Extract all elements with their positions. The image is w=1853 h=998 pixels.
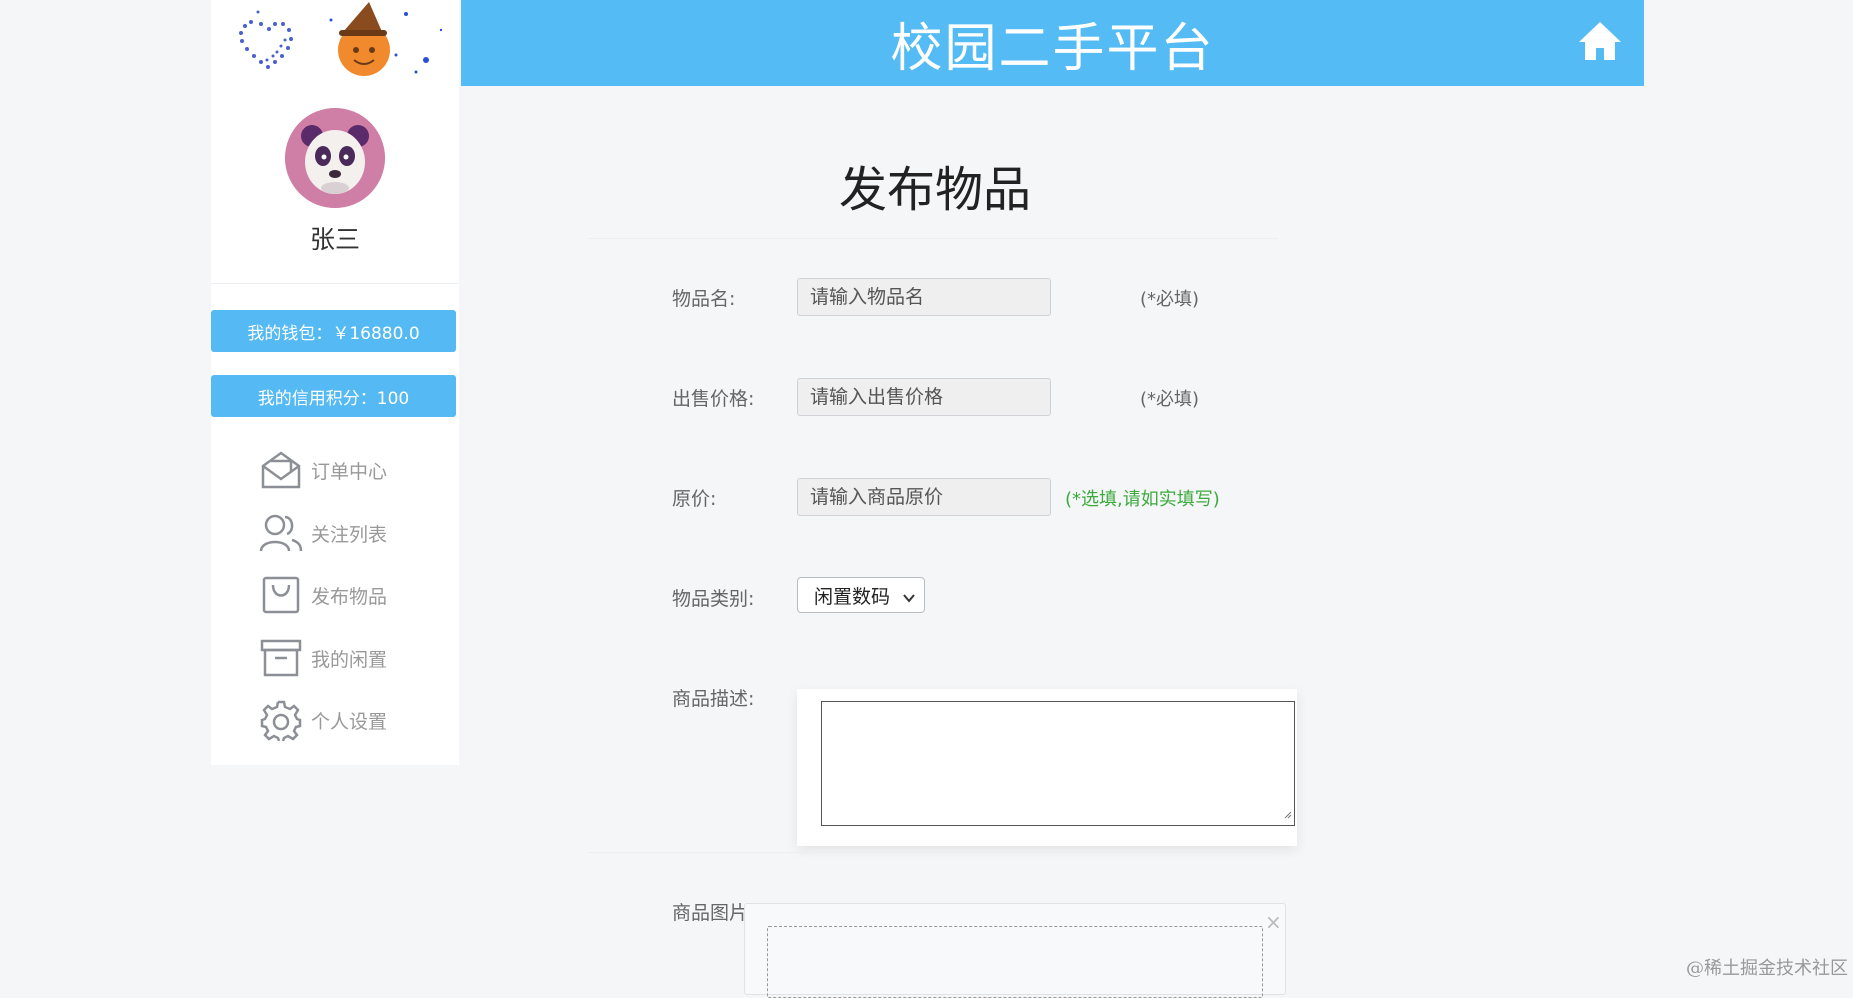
item-name-input[interactable] [797, 278, 1051, 316]
top-header: 校园二手平台 [461, 0, 1644, 86]
sidebar-item-settings[interactable]: 个人设置 [259, 697, 449, 743]
sidebar-banner-image [211, 0, 459, 84]
divider [588, 852, 1278, 853]
sidebar-item-label: 发布物品 [311, 585, 388, 608]
sidebar-item-publish[interactable]: 发布物品 [259, 572, 449, 618]
users-icon [259, 511, 303, 555]
sidebar-divider [211, 283, 459, 284]
category-label: 物品类别: [672, 588, 755, 610]
sidebar-item-label: 订单中心 [311, 460, 388, 483]
sale-price-label: 出售价格: [672, 388, 755, 410]
credit-score-button[interactable]: 我的信用积分：100 [211, 375, 456, 417]
original-price-label: 原价: [672, 488, 717, 510]
sale-price-hint: (*必填) [1140, 389, 1200, 410]
description-panel [797, 689, 1297, 846]
category-select[interactable]: 闲置数码 [797, 577, 925, 613]
sidebar: 张三 我的钱包：￥16880.0 我的信用积分：100 订单中心 关注列表 发布… [211, 0, 459, 765]
image-dropzone[interactable] [767, 926, 1263, 998]
description-label: 商品描述: [672, 688, 755, 710]
home-icon[interactable] [1575, 16, 1625, 66]
sidebar-item-label: 个人设置 [311, 710, 388, 733]
sidebar-item-orders[interactable]: 订单中心 [259, 447, 449, 493]
envelope-open-icon [259, 448, 303, 492]
item-name-hint: (*必填) [1140, 289, 1200, 310]
site-title: 校园二手平台 [890, 18, 1215, 79]
original-price-hint: (*选填,请如实填写) [1065, 489, 1220, 510]
sidebar-item-label: 关注列表 [311, 523, 388, 546]
category-selected-value: 闲置数码 [814, 585, 891, 608]
image-upload-panel: × [744, 903, 1286, 998]
item-name-label: 物品名: [672, 288, 736, 310]
sidebar-item-following[interactable]: 关注列表 [259, 510, 449, 556]
sidebar-item-label: 我的闲置 [311, 648, 388, 671]
wallet-button[interactable]: 我的钱包：￥16880.0 [211, 310, 456, 352]
username: 张三 [309, 225, 360, 254]
resize-handle-icon[interactable] [1282, 804, 1292, 823]
divider [588, 238, 1278, 239]
close-icon[interactable]: × [1265, 910, 1282, 934]
watermark: @稀土掘金技术社区 [1686, 958, 1848, 979]
avatar[interactable] [285, 108, 385, 208]
page-title: 发布物品 [838, 162, 1031, 218]
sale-price-input[interactable] [797, 378, 1051, 416]
chevron-down-icon [902, 588, 916, 610]
image-label: 商品图片: [672, 902, 755, 924]
gear-icon [259, 698, 303, 742]
archive-box-icon [259, 636, 303, 680]
original-price-input[interactable] [797, 478, 1051, 516]
shopping-bag-icon [259, 573, 303, 617]
description-textarea[interactable] [821, 701, 1295, 826]
sidebar-item-my-idle[interactable]: 我的闲置 [259, 635, 449, 681]
